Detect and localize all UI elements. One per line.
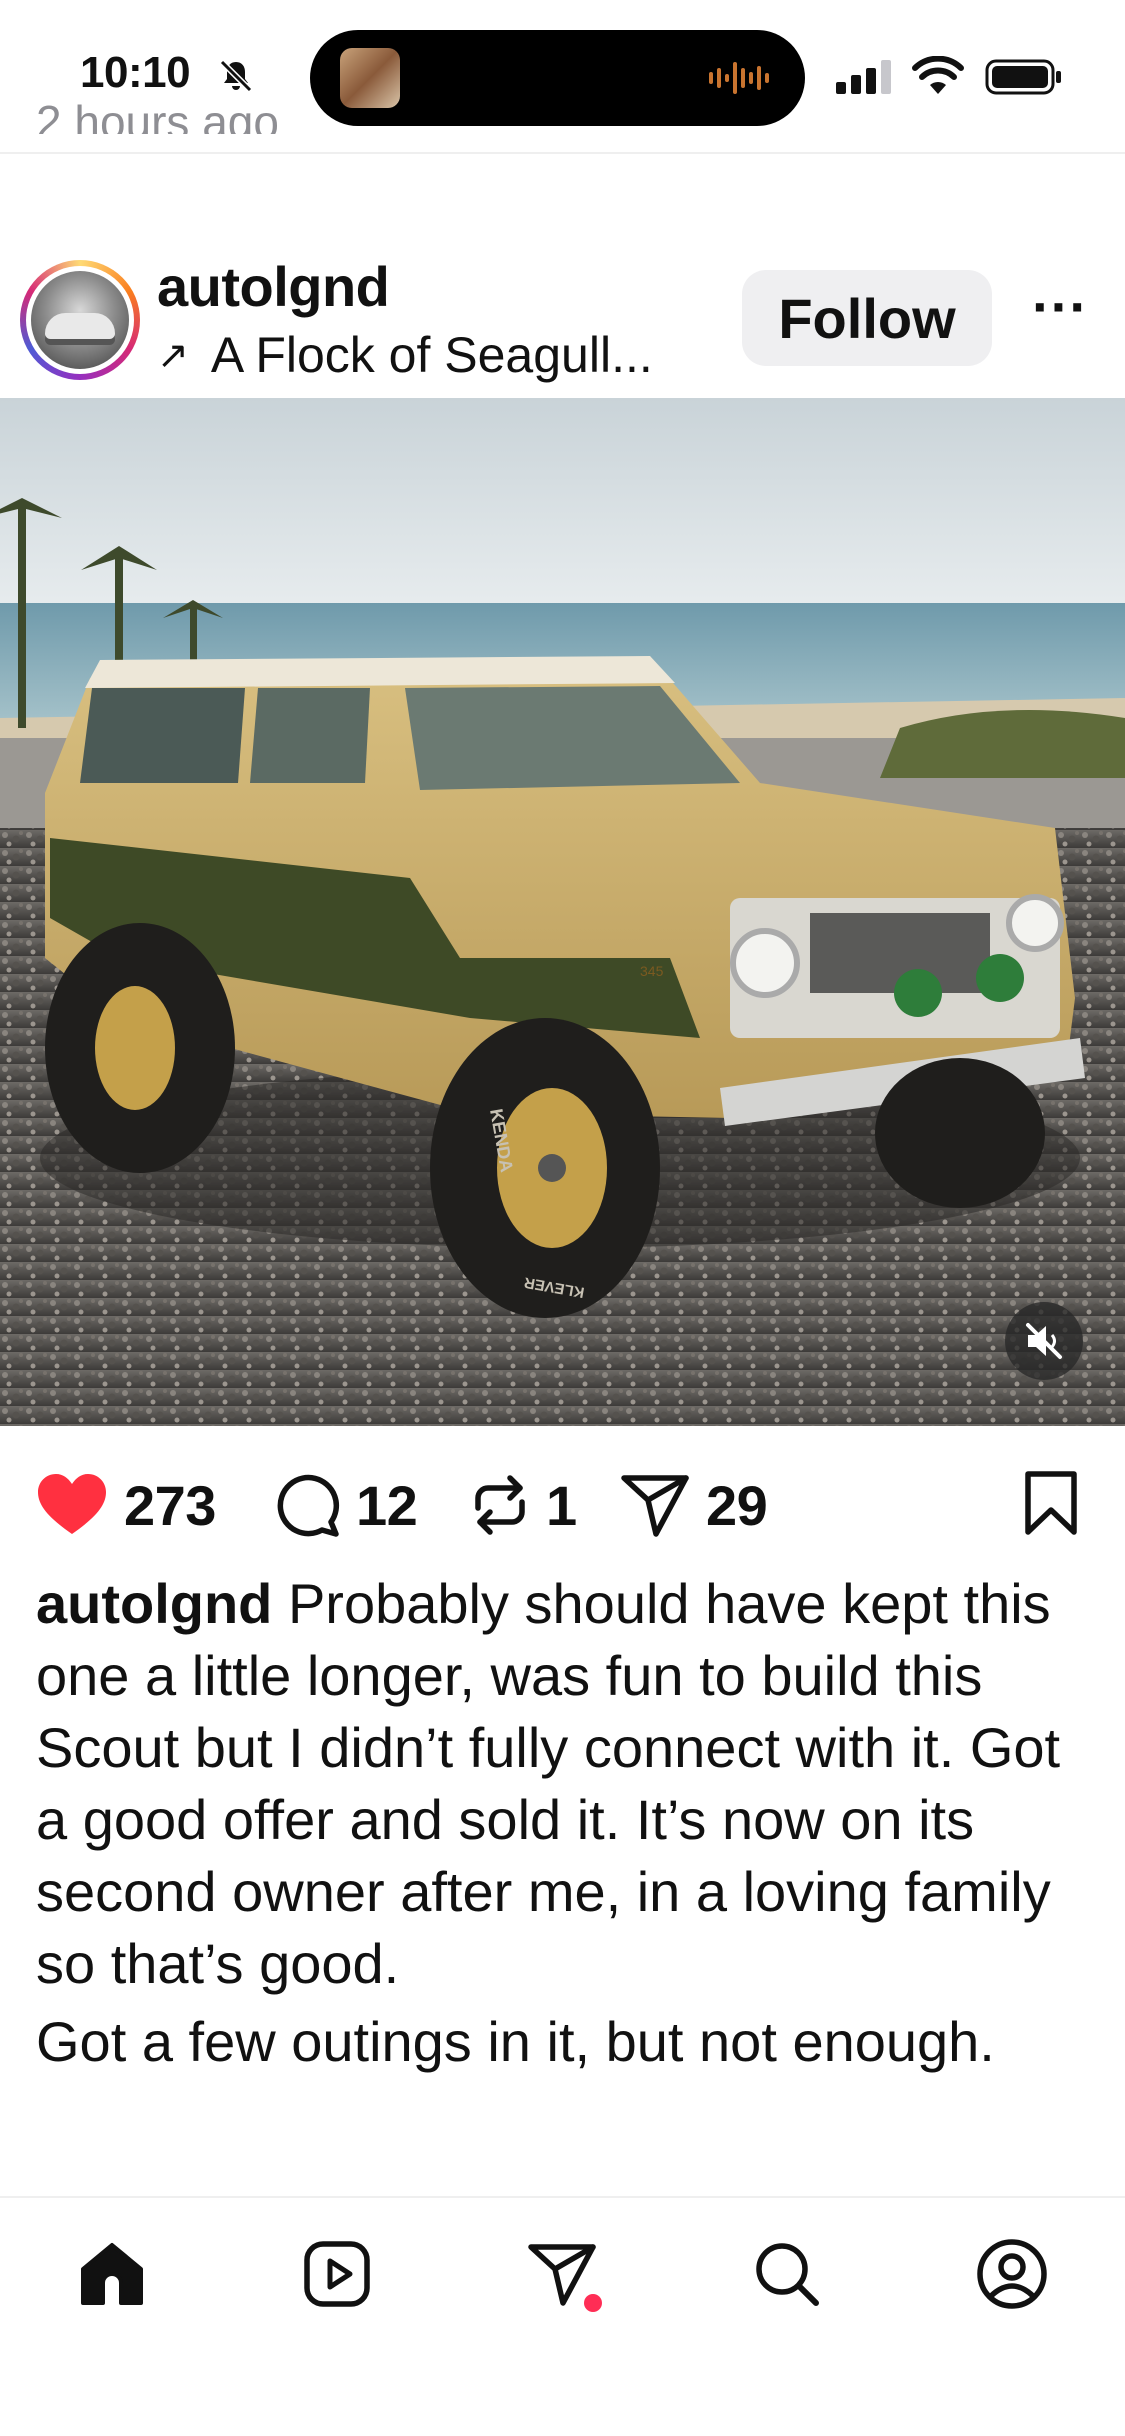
nav-direct[interactable]	[522, 2234, 602, 2314]
bottom-navigation	[0, 2196, 1125, 2436]
follow-button[interactable]: Follow	[742, 270, 992, 366]
reposts-count: 1	[546, 1473, 577, 1537]
now-playing-thumbnail	[340, 48, 400, 108]
repost-icon	[475, 1475, 525, 1535]
nav-reels[interactable]	[297, 2234, 377, 2314]
unread-dot	[584, 2294, 602, 2312]
repost-action[interactable]: 1	[470, 1472, 577, 1538]
bookmark-icon[interactable]	[1020, 1470, 1082, 1536]
wifi-icon	[912, 56, 964, 94]
signal-icon	[836, 60, 891, 94]
post-caption: autolgnd Probably should have kept this …	[36, 1568, 1096, 2078]
heart-filled-icon	[38, 1474, 106, 1534]
badge-text: 345	[640, 963, 664, 979]
avatar-image	[31, 271, 129, 369]
comment-action[interactable]: 12	[274, 1472, 418, 1538]
more-options-icon[interactable]: ···	[1030, 279, 1090, 342]
post-header: autolgnd ↗ A Flock of Seagull... Follow …	[0, 240, 1125, 400]
send-icon	[621, 1475, 689, 1537]
battery-icon	[985, 59, 1061, 95]
dynamic-island[interactable]	[310, 30, 805, 126]
audio-wave-icon	[709, 62, 769, 94]
status-divider	[0, 152, 1125, 154]
nav-profile[interactable]	[972, 2234, 1052, 2314]
speaker-muted-icon	[1026, 1323, 1062, 1359]
previous-post-timestamp: 2 hours ago	[36, 96, 279, 134]
post-username[interactable]: autolgnd	[157, 254, 390, 319]
audio-track-label: A Flock of Seagull...	[210, 327, 653, 383]
caption-username[interactable]: autolgnd	[36, 1572, 272, 1635]
search-icon	[756, 2243, 819, 2306]
rear-wheel	[45, 923, 235, 1173]
mute-toggle-button[interactable]	[1005, 1302, 1083, 1380]
shares-count: 29	[706, 1473, 768, 1537]
reels-icon	[304, 2241, 370, 2307]
front-right-wheel	[875, 1058, 1045, 1208]
post-image[interactable]: 345 KENDA KLEVER	[0, 398, 1125, 1426]
avatar[interactable]	[20, 260, 140, 380]
nav-home[interactable]	[72, 2234, 152, 2314]
caption-text: Probably should have kept this one a lit…	[36, 1572, 1061, 1995]
home-icon	[81, 2243, 143, 2305]
post-actions: 273 12 1 29	[0, 1450, 1125, 1550]
arrow-up-right-icon: ↗	[157, 334, 189, 377]
share-action[interactable]: 29	[620, 1472, 768, 1538]
comments-count: 12	[356, 1473, 418, 1537]
likes-count: 273	[124, 1473, 216, 1537]
profile-icon	[977, 2239, 1047, 2309]
caption-text-2: Got a few outings in it, but not enough.	[36, 2010, 995, 2073]
like-action[interactable]: 273	[36, 1472, 216, 1538]
comment-icon	[277, 1474, 340, 1537]
nav-search[interactable]	[747, 2234, 827, 2314]
audio-track-link[interactable]: ↗ A Flock of Seagull...	[157, 326, 653, 384]
front-wheel: KENDA KLEVER	[430, 1018, 660, 1318]
